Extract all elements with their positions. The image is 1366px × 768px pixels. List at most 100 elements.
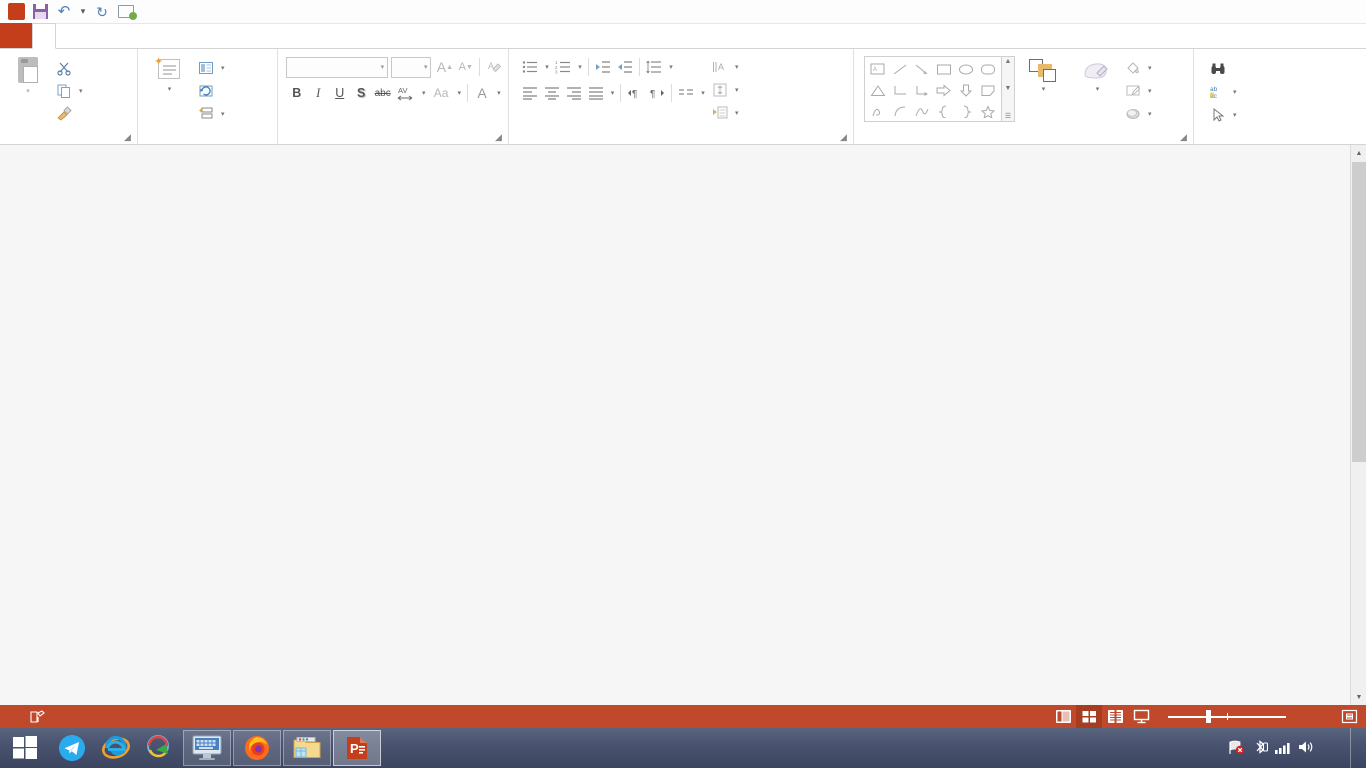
ribbon-display-options-button[interactable] xyxy=(1246,0,1276,24)
convert-to-smartart-button[interactable]: ▾ xyxy=(708,101,743,124)
columns-dropdown-icon[interactable]: ▾ xyxy=(697,82,708,104)
paragraph-dialog-launcher[interactable]: ◢ xyxy=(840,133,849,142)
tab-review[interactable] xyxy=(166,23,188,48)
increase-indent-button[interactable] xyxy=(614,56,636,78)
shape-outline-button[interactable]: ▾ xyxy=(1121,79,1156,102)
underline-button[interactable]: U xyxy=(329,82,350,104)
telegram-icon[interactable] xyxy=(50,728,94,768)
spell-check-icon[interactable] xyxy=(20,705,56,728)
bullets-button[interactable] xyxy=(519,56,541,78)
text-shadow-button[interactable]: S xyxy=(350,82,371,104)
shape-rectangle-icon[interactable] xyxy=(933,59,955,80)
redo-icon[interactable]: ↻ xyxy=(91,2,113,22)
signal-bars-icon[interactable] xyxy=(1274,739,1292,758)
show-desktop-button[interactable] xyxy=(1350,728,1358,768)
layout-dropdown-icon[interactable]: ▾ xyxy=(221,64,225,72)
start-slideshow-icon[interactable] xyxy=(115,2,137,22)
shape-arrow-icon[interactable] xyxy=(911,59,933,80)
network-error-icon[interactable] xyxy=(1228,739,1246,758)
powerpoint-window[interactable]: P xyxy=(333,730,381,766)
paste-dropdown-icon[interactable]: ▾ xyxy=(26,87,30,95)
line-spacing-button[interactable] xyxy=(643,56,665,78)
section-button[interactable]: ✦ ▾ xyxy=(194,102,229,125)
align-right-button[interactable] xyxy=(563,82,585,104)
arrange-button[interactable]: ▾ xyxy=(1015,56,1071,125)
format-painter-button[interactable] xyxy=(52,102,87,125)
align-text-dropdown-icon[interactable]: ▾ xyxy=(735,86,739,94)
bluetooth-icon[interactable] xyxy=(1252,739,1268,758)
slideshow-view-button[interactable] xyxy=(1128,705,1154,728)
character-spacing-button[interactable]: AV xyxy=(393,82,417,104)
shapes-gallery-scrollbar[interactable]: ▲ ▼ ☰ xyxy=(1002,56,1015,122)
shape-folded-corner-icon[interactable] xyxy=(977,80,999,101)
decrease-font-size-button[interactable]: A▼ xyxy=(455,56,476,78)
quick-styles-dropdown-icon[interactable]: ▾ xyxy=(1096,85,1100,93)
bullets-dropdown-icon[interactable]: ▾ xyxy=(541,56,552,78)
slide-sorter-pane[interactable] xyxy=(0,145,1366,705)
shape-star-icon[interactable] xyxy=(977,101,999,122)
minimize-button[interactable] xyxy=(1276,0,1306,24)
align-text-button[interactable]: ▾ xyxy=(708,78,743,101)
quick-styles-button[interactable]: ▾ xyxy=(1071,56,1121,125)
tab-file[interactable] xyxy=(0,23,32,48)
shape-arc-icon[interactable] xyxy=(889,101,911,122)
font-dialog-launcher[interactable]: ◢ xyxy=(495,133,504,142)
shape-right-arrow-icon[interactable] xyxy=(933,80,955,101)
section-dropdown-icon[interactable]: ▾ xyxy=(221,110,225,118)
copy-dropdown-icon[interactable]: ▾ xyxy=(79,87,83,95)
save-icon[interactable] xyxy=(29,2,51,22)
character-spacing-dropdown-icon[interactable]: ▾ xyxy=(418,82,429,104)
start-button[interactable] xyxy=(0,728,50,768)
zoom-slider[interactable] xyxy=(1168,705,1286,728)
tab-transitions[interactable] xyxy=(100,23,122,48)
shape-oval-icon[interactable] xyxy=(955,59,977,80)
align-left-button[interactable] xyxy=(519,82,541,104)
clear-formatting-button[interactable]: A xyxy=(483,56,504,78)
restore-button[interactable] xyxy=(1306,0,1336,24)
scroll-up-icon[interactable]: ▲ xyxy=(1351,145,1366,161)
scrollbar-thumb[interactable] xyxy=(1352,162,1366,462)
drawing-dialog-launcher[interactable]: ◢ xyxy=(1180,133,1189,142)
convert-to-smartart-dropdown-icon[interactable]: ▾ xyxy=(735,109,739,117)
reading-view-button[interactable] xyxy=(1102,705,1128,728)
rtl-direction-button[interactable]: ¶ xyxy=(646,82,668,104)
shape-line-icon[interactable] xyxy=(889,59,911,80)
slide-sorter-scrollbar[interactable]: ▲ ▼ xyxy=(1350,145,1366,705)
font-color-dropdown-icon[interactable]: ▾ xyxy=(493,82,504,104)
firefox-window[interactable] xyxy=(233,730,281,766)
language-indicator[interactable] xyxy=(56,705,76,728)
normal-view-button[interactable] xyxy=(1050,705,1076,728)
tab-animations[interactable] xyxy=(122,23,144,48)
align-dropdown-icon[interactable]: ▾ xyxy=(607,82,618,104)
shapes-scroll-up-icon[interactable]: ▲ xyxy=(1005,58,1012,65)
shape-fill-dropdown-icon[interactable]: ▾ xyxy=(1148,64,1152,72)
columns-button[interactable] xyxy=(675,82,697,104)
strikethrough-button[interactable]: abc xyxy=(372,82,393,104)
shape-fill-button[interactable]: ▾ xyxy=(1121,56,1156,79)
bold-button[interactable]: B xyxy=(286,82,307,104)
numbering-button[interactable]: 123 xyxy=(552,56,574,78)
new-slide-button[interactable]: ✦ ▾ xyxy=(142,54,194,93)
shape-outline-dropdown-icon[interactable]: ▾ xyxy=(1148,87,1152,95)
layout-button[interactable]: ▾ xyxy=(194,56,229,79)
shape-textbox-icon[interactable]: A xyxy=(867,59,889,80)
zoom-control[interactable] xyxy=(1154,705,1336,728)
shapes-gallery[interactable]: A xyxy=(864,56,1002,122)
tab-home[interactable] xyxy=(32,23,56,49)
slide-indicator[interactable] xyxy=(0,705,20,728)
ltr-direction-button[interactable]: ¶ xyxy=(624,82,646,104)
shape-right-brace-icon[interactable] xyxy=(955,101,977,122)
find-button[interactable] xyxy=(1206,57,1300,80)
change-case-button[interactable]: Aa xyxy=(429,82,453,104)
file-explorer-window[interactable] xyxy=(283,730,331,766)
shape-elbow-icon[interactable] xyxy=(889,80,911,101)
decrease-indent-button[interactable] xyxy=(592,56,614,78)
arrange-dropdown-icon[interactable]: ▾ xyxy=(1042,85,1046,93)
tab-view[interactable] xyxy=(188,23,210,48)
paste-button[interactable]: ▾ xyxy=(4,54,52,95)
scroll-down-icon[interactable]: ▼ xyxy=(1351,689,1366,705)
font-name-input[interactable]: ▾ xyxy=(286,57,388,78)
shapes-gallery-more-icon[interactable]: ☰ xyxy=(1005,112,1011,120)
italic-button[interactable]: I xyxy=(307,82,328,104)
font-size-input[interactable]: ▾ xyxy=(391,57,431,78)
